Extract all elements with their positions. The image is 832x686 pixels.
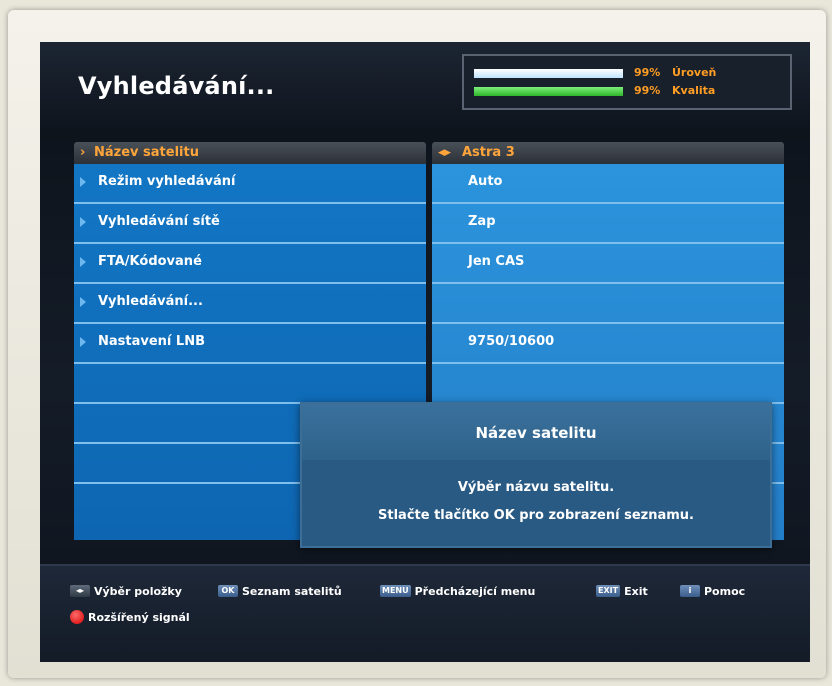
signal-level-label: Úroveň (672, 66, 717, 79)
menu-item-value: Zap (468, 214, 496, 229)
bullet-arrow-icon (80, 297, 86, 307)
menu-item-label: Název satelitu (94, 145, 199, 160)
bullet-arrow-icon (80, 177, 86, 187)
info-key-icon: i (680, 585, 700, 597)
help-popup-text-2: Stlačte tlačítko OK pro zobrazení seznam… (378, 508, 694, 523)
menu-item-network-search[interactable]: Vyhledávání sítě (74, 204, 426, 244)
help-popup: Název satelitu Výběr názvu satelitu. Stl… (300, 402, 772, 548)
help-popup-title: Název satelitu (475, 424, 597, 442)
hint-help[interactable]: i Pomoc (680, 582, 745, 600)
signal-quality-label: Kvalita (672, 84, 716, 97)
bullet-arrow-icon (80, 257, 86, 267)
hint-previous-menu[interactable]: MENU Předcházející menu (380, 582, 535, 600)
hint-select-item[interactable]: ◂▸ Výběr položky (70, 582, 182, 600)
red-button-icon (70, 610, 84, 624)
hint-label: Seznam satelitů (242, 584, 342, 598)
menu-item-label: FTA/Kódované (98, 254, 202, 269)
menu-item-label: Režim vyhledávání (98, 174, 236, 189)
hint-extended-signal[interactable]: Rozšířený signál (70, 608, 190, 626)
signal-meter: 99% Úroveň 99% Kvalita (462, 54, 792, 110)
menu-item-value: Jen CAS (468, 254, 525, 269)
signal-quality-bar (474, 87, 623, 96)
satellite-value: Astra 3 (462, 145, 515, 160)
left-right-arrows-icon: ◂▸ (438, 145, 452, 160)
signal-level-row: 99% Úroveň (474, 66, 784, 80)
menu-item-search[interactable]: Vyhledávání... (74, 284, 426, 324)
value-fta-encrypted[interactable]: Jen CAS (432, 244, 784, 284)
signal-quality-row: 99% Kvalita (474, 84, 784, 98)
help-popup-header: Název satelitu (302, 404, 770, 460)
menu-item-value: 9750/10600 (468, 334, 555, 349)
value-lnb-settings[interactable]: 9750/10600 (432, 324, 784, 364)
ok-key-icon: OK (218, 585, 238, 597)
hint-label: Exit (624, 584, 648, 598)
left-right-key-icon: ◂▸ (70, 585, 90, 597)
hint-label: Pomoc (704, 584, 746, 598)
selected-arrow-icon: › (80, 145, 86, 160)
menu-item-value: Auto (468, 174, 503, 189)
tv-screen: Vyhledávání... 99% Úroveň 99% Kvalita › … (40, 42, 810, 662)
bullet-arrow-icon (80, 337, 86, 347)
value-scan-mode[interactable]: Auto (432, 164, 784, 204)
hint-satellite-list[interactable]: OK Seznam satelitů (218, 582, 342, 600)
hint-label: Předcházející menu (414, 584, 536, 598)
signal-quality-percent: 99% (634, 84, 661, 97)
satellite-selector[interactable]: ◂▸ Astra 3 (432, 142, 784, 164)
hint-label: Výběr položky (94, 584, 182, 598)
exit-key-icon: EXIT (596, 585, 621, 597)
menu-item-satellite-name[interactable]: › Název satelitu (74, 142, 426, 164)
menu-item-label: Vyhledávání... (98, 294, 203, 309)
page-title: Vyhledávání... (78, 72, 275, 100)
value-search[interactable] (432, 284, 784, 324)
menu-item-empty (74, 364, 426, 404)
header: Vyhledávání... 99% Úroveň 99% Kvalita (40, 42, 810, 128)
hint-label: Rozšířený signál (88, 610, 190, 624)
signal-level-percent: 99% (634, 66, 661, 79)
value-network-search[interactable]: Zap (432, 204, 784, 244)
signal-level-bar (474, 69, 623, 78)
menu-item-lnb-settings[interactable]: Nastavení LNB (74, 324, 426, 364)
footer-hints: ◂▸ Výběr položky OK Seznam satelitů MENU… (40, 564, 810, 662)
bullet-arrow-icon (80, 217, 86, 227)
help-popup-text-1: Výběr názvu satelitu. (457, 480, 615, 495)
menu-item-fta-encrypted[interactable]: FTA/Kódované (74, 244, 426, 284)
menu-key-icon: MENU (380, 585, 411, 597)
menu-item-scan-mode[interactable]: Režim vyhledávání (74, 164, 426, 204)
hint-exit[interactable]: EXIT Exit (596, 582, 648, 600)
value-empty (432, 364, 784, 404)
menu-item-label: Nastavení LNB (98, 334, 205, 349)
menu-item-label: Vyhledávání sítě (98, 214, 220, 229)
